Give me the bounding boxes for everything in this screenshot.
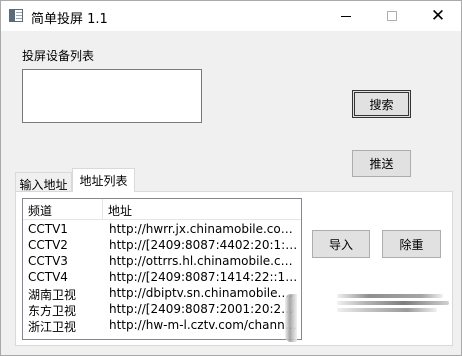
maximize-icon	[387, 11, 397, 21]
channel-url: http://ottrrs.hl.chinamobile.com...	[109, 254, 299, 268]
device-list[interactable]	[22, 69, 202, 123]
maximize-button[interactable]	[369, 1, 415, 31]
app-window-icon	[9, 9, 23, 22]
device-list-label: 投屏设备列表	[22, 49, 95, 63]
table-row[interactable]: 东方卫视 http://[2409:8087:2001:20:28...	[23, 302, 301, 318]
table-row[interactable]: CCTV1 http://hwrr.jx.chinamobile.com:...	[23, 222, 301, 238]
import-button[interactable]: 导入	[312, 230, 370, 258]
channel-name: CCTV4	[28, 270, 68, 284]
decorative-stripe	[337, 294, 443, 298]
search-button[interactable]: 搜索	[352, 90, 411, 118]
channel-url: http://[2409:8087:2001:20:28...	[109, 302, 299, 316]
channel-url: http://dbiptv.sn.chinamobile.co...	[109, 286, 299, 300]
column-header-address[interactable]: 地址	[103, 199, 301, 219]
channel-name: 东方卫视	[28, 304, 77, 318]
app-window: 简单投屏 1.1 ✕ 投屏设备列表 搜索 推送 输入地址 地址列表 频道 地址 …	[0, 0, 462, 356]
channel-url: http://[2409:8087:4402:20:1:1...	[109, 238, 299, 252]
decorative-stripe	[337, 308, 437, 312]
cast-button[interactable]: 推送	[352, 150, 411, 177]
window-title: 简单投屏 1.1	[31, 12, 108, 27]
channel-url: http://[2409:8087:1414:22::11...	[109, 270, 299, 284]
close-icon: ✕	[430, 5, 446, 26]
column-header-channel[interactable]: 频道	[23, 199, 103, 219]
tab-address-list[interactable]: 地址列表	[72, 168, 135, 192]
close-button[interactable]: ✕	[415, 1, 461, 31]
decorative-graphic-stripes	[337, 292, 449, 318]
channel-name: CCTV1	[28, 222, 68, 236]
table-row[interactable]: 湖南卫视 http://dbiptv.sn.chinamobile.co...	[23, 286, 301, 302]
decorative-graphic-left	[285, 294, 297, 342]
dedupe-button[interactable]: 除重	[382, 230, 441, 258]
channel-name: 湖南卫视	[28, 288, 77, 302]
channel-name: 浙江卫视	[28, 320, 77, 334]
table-row[interactable]: 浙江卫视 http://hw-m-l.cztv.com/channel...	[23, 318, 301, 334]
channel-url: http://hw-m-l.cztv.com/channel...	[109, 318, 299, 332]
decorative-stripe	[337, 301, 449, 305]
tab-input-address[interactable]: 输入地址	[15, 172, 72, 192]
channel-url: http://hwrr.jx.chinamobile.com:...	[109, 222, 299, 236]
address-list-view[interactable]: 频道 地址 CCTV1 http://hwrr.jx.chinamobile.c…	[22, 198, 302, 340]
channel-name: CCTV3	[28, 254, 68, 268]
minimize-icon	[341, 15, 351, 17]
channel-name: CCTV2	[28, 238, 68, 252]
title-bar[interactable]: 简单投屏 1.1 ✕	[1, 1, 461, 31]
table-row[interactable]: CCTV2 http://[2409:8087:4402:20:1:1...	[23, 238, 301, 254]
table-row[interactable]: CCTV4 http://[2409:8087:1414:22::11...	[23, 270, 301, 286]
minimize-button[interactable]	[323, 1, 369, 31]
table-row[interactable]: CCTV3 http://ottrrs.hl.chinamobile.com..…	[23, 254, 301, 270]
list-header: 频道 地址	[23, 199, 301, 220]
